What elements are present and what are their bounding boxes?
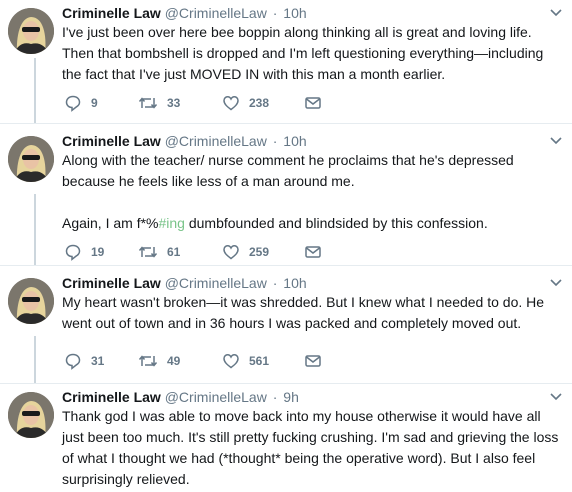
avatar-photo-icon — [8, 136, 54, 182]
timestamp[interactable]: 10h — [283, 133, 306, 149]
retweet-count: 33 — [167, 96, 181, 110]
retweet-count: 61 — [167, 245, 181, 259]
reply-count: 19 — [91, 245, 105, 259]
author-name[interactable]: Criminelle Law — [62, 389, 161, 405]
retweet-icon — [138, 355, 158, 367]
author-name[interactable]: Criminelle Law — [62, 133, 161, 149]
separator-dot: · — [272, 5, 278, 21]
envelope-icon — [305, 97, 321, 109]
heart-icon — [223, 354, 239, 369]
timestamp[interactable]: 9h — [283, 389, 299, 405]
tweet-text: My heart wasn't broken—it was shredded. … — [62, 294, 545, 331]
like-count: 561 — [249, 354, 270, 368]
reply-button[interactable]: 9 — [64, 94, 98, 112]
like-count: 259 — [249, 245, 270, 259]
tweet-text: Along with the teacher/ nurse comment he… — [62, 150, 566, 234]
reply-button[interactable]: 19 — [64, 243, 104, 261]
retweet-icon — [138, 97, 158, 109]
tweet-header: Criminelle Law @CriminelleLaw · 9h — [62, 388, 299, 406]
heart-icon — [223, 245, 239, 260]
author-name[interactable]: Criminelle Law — [62, 5, 161, 21]
tweet[interactable]: Criminelle Law @CriminelleLaw · 10h My h… — [0, 270, 572, 384]
reply-icon — [65, 244, 81, 261]
like-button[interactable]: 561 — [222, 352, 269, 370]
envelope-icon — [305, 355, 321, 367]
author-handle[interactable]: @CriminelleLaw — [165, 389, 267, 405]
retweet-button[interactable]: 61 — [138, 243, 180, 261]
author-handle[interactable]: @CriminelleLaw — [165, 5, 267, 21]
retweet-button[interactable]: 49 — [138, 352, 180, 370]
reply-icon — [65, 353, 81, 370]
heart-icon — [223, 96, 239, 111]
tweet-text: I've just been over here bee boppin alon… — [62, 24, 544, 82]
chevron-down-icon[interactable] — [550, 278, 562, 288]
chevron-down-icon[interactable] — [550, 136, 562, 146]
direct-message-button[interactable] — [304, 94, 322, 112]
author-handle[interactable]: @CriminelleLaw — [165, 275, 267, 291]
retweet-icon — [138, 246, 158, 258]
timestamp[interactable]: 10h — [283, 5, 306, 21]
separator-dot: · — [272, 275, 278, 291]
avatar-photo-icon — [8, 278, 54, 324]
reply-count: 31 — [91, 354, 105, 368]
avatar[interactable] — [8, 8, 54, 54]
tweet-header: Criminelle Law @CriminelleLaw · 10h — [62, 4, 307, 22]
avatar[interactable] — [8, 392, 54, 438]
tweet-text-part: dumbfounded and blindsided by this confe… — [184, 215, 488, 231]
avatar-photo-icon — [8, 392, 54, 438]
separator-dot: · — [272, 133, 278, 149]
direct-message-button[interactable] — [304, 352, 322, 370]
avatar-photo-icon — [8, 8, 54, 54]
avatar[interactable] — [8, 136, 54, 182]
like-button[interactable]: 238 — [222, 94, 269, 112]
retweet-count: 49 — [167, 354, 181, 368]
tweet-header: Criminelle Law @CriminelleLaw · 10h — [62, 274, 307, 292]
reply-count: 9 — [91, 96, 98, 110]
tweet-header: Criminelle Law @CriminelleLaw · 10h — [62, 132, 307, 150]
reply-button[interactable]: 31 — [64, 352, 104, 370]
retweet-button[interactable]: 33 — [138, 94, 180, 112]
envelope-icon — [305, 246, 321, 258]
chevron-down-icon[interactable] — [550, 392, 562, 402]
tweet-text: Thank god I was able to move back into m… — [62, 408, 559, 487]
author-name[interactable]: Criminelle Law — [62, 275, 161, 291]
tweet[interactable]: Criminelle Law @CriminelleLaw · 10h Alon… — [0, 128, 572, 266]
tweet[interactable]: Criminelle Law @CriminelleLaw · 10h I've… — [0, 0, 572, 124]
timestamp[interactable]: 10h — [283, 275, 306, 291]
like-count: 238 — [249, 96, 270, 110]
avatar[interactable] — [8, 278, 54, 324]
author-handle[interactable]: @CriminelleLaw — [165, 133, 267, 149]
separator-dot: · — [272, 389, 278, 405]
chevron-down-icon[interactable] — [550, 8, 562, 18]
direct-message-button[interactable] — [304, 243, 322, 261]
reply-icon — [65, 95, 81, 112]
like-button[interactable]: 259 — [222, 243, 269, 261]
hashtag-link[interactable]: #ing — [159, 215, 185, 231]
tweet[interactable]: Criminelle Law @CriminelleLaw · 9h Thank… — [0, 384, 572, 492]
